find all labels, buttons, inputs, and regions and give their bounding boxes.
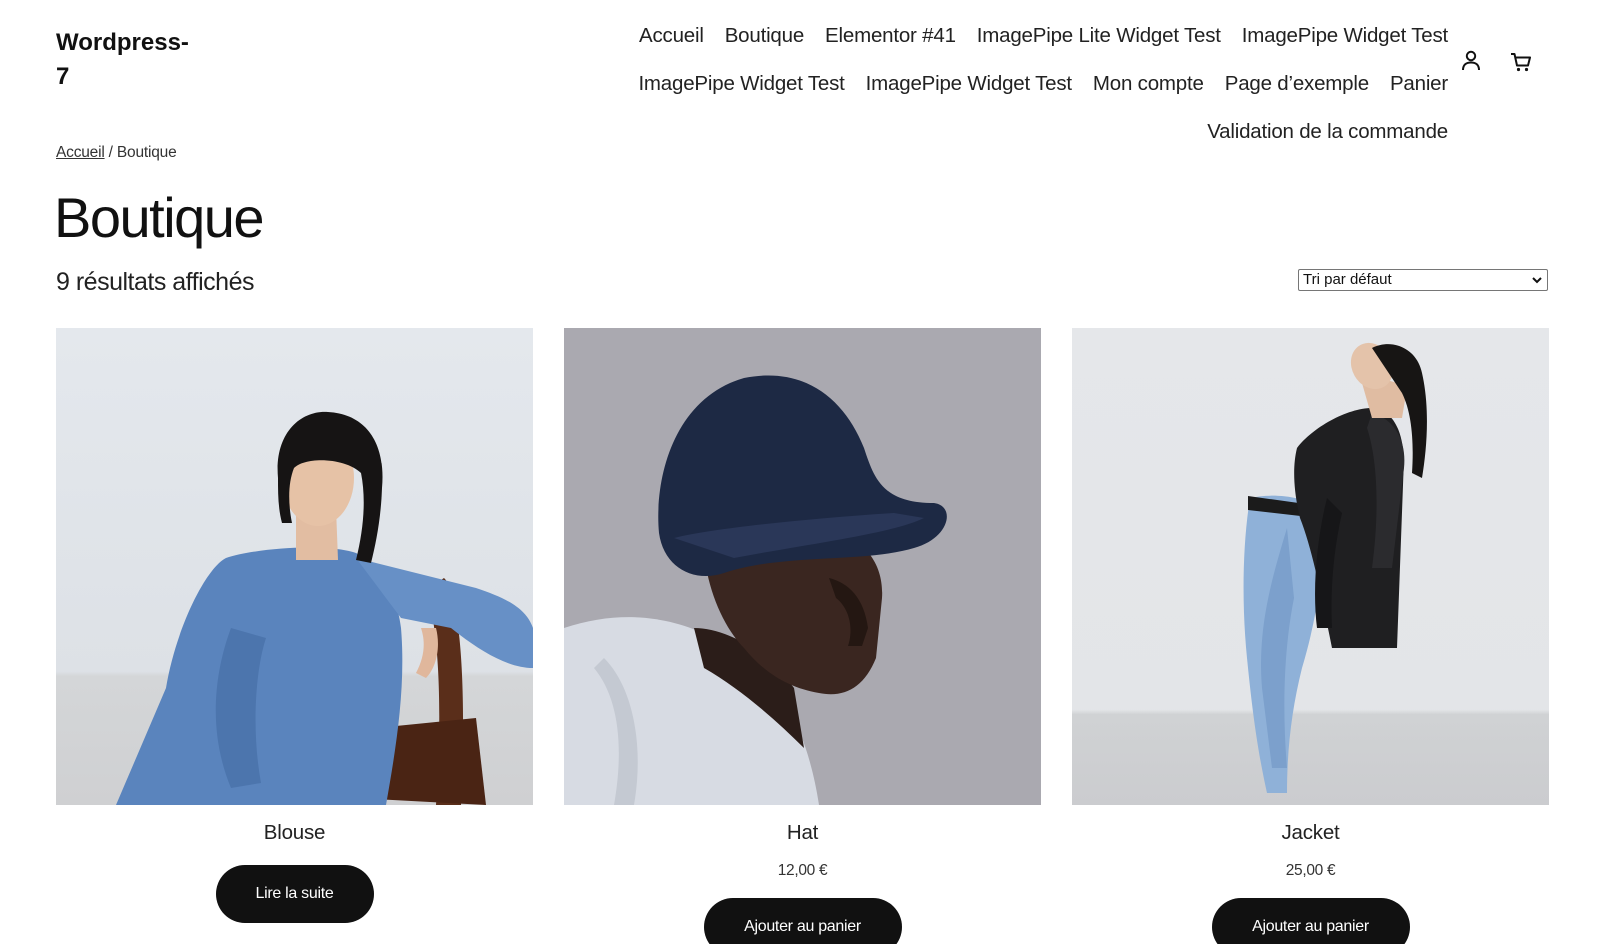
product-price-jacket: 25,00 € [1285, 862, 1336, 879]
nav-item-mon-compte[interactable]: Mon compte [1093, 66, 1204, 102]
product-image-hat[interactable] [564, 328, 1041, 805]
person-icon [1462, 50, 1480, 71]
breadcrumb-separator: / [104, 144, 117, 161]
product-card-blouse: Blouse Lire la suite [56, 328, 533, 923]
site-title[interactable]: Wordpress- 7 [56, 26, 206, 94]
nav-item-imagepipe-widget-test-2[interactable]: ImagePipe Widget Test [638, 66, 844, 102]
product-price-hat: 12,00 € [777, 862, 828, 879]
chevron-down-icon [1532, 277, 1542, 284]
breadcrumb-home-link[interactable]: Accueil [56, 144, 105, 161]
hat-photo [564, 328, 1041, 805]
nav-item-boutique[interactable]: Boutique [725, 18, 805, 54]
product-card-jacket: Jacket 25,00 € Ajouter au panier [1072, 328, 1549, 944]
nav-item-accueil[interactable]: Accueil [639, 18, 704, 54]
product-name-hat[interactable]: Hat [564, 821, 1041, 845]
product-name-jacket[interactable]: Jacket [1072, 821, 1549, 845]
nav-item-panier[interactable]: Panier [1390, 66, 1448, 102]
result-count: 9 résultats affichés [56, 268, 254, 296]
nav-item-imagepipe-widget-test[interactable]: ImagePipe Widget Test [1242, 18, 1448, 54]
breadcrumb: Accueil / Boutique [56, 144, 177, 162]
product-card-hat: Hat 12,00 € Ajouter au panier [564, 328, 1041, 944]
breadcrumb-current: Boutique [116, 144, 177, 161]
blouse-photo [56, 328, 533, 805]
product-image-jacket[interactable] [1072, 328, 1549, 805]
add-to-cart-button-hat[interactable]: Ajouter au panier [703, 898, 902, 944]
cart-icon [1511, 53, 1531, 72]
sort-select[interactable]: Tri par défaut [1298, 269, 1548, 291]
cart-button[interactable] [1506, 46, 1536, 76]
nav-item-imagepipe-lite-widget-test[interactable]: ImagePipe Lite Widget Test [977, 18, 1221, 54]
read-more-button-blouse[interactable]: Lire la suite [215, 865, 374, 923]
jacket-photo [1072, 328, 1549, 805]
nav-item-page-exemple[interactable]: Page d’exemple [1225, 66, 1369, 102]
account-button[interactable] [1456, 46, 1486, 76]
product-name-blouse[interactable]: Blouse [56, 821, 533, 845]
site-title-line-1: Wordpress- [56, 29, 189, 56]
main-navigation: Accueil Boutique Elementor #41 ImagePipe… [396, 18, 1448, 150]
product-image-blouse[interactable] [56, 328, 533, 805]
page-title: Boutique [54, 186, 265, 249]
sort-selected-value: Tri par défaut [1303, 271, 1392, 288]
nav-item-elementor-41[interactable]: Elementor #41 [825, 18, 956, 54]
nav-item-validation-commande[interactable]: Validation de la commande [1207, 114, 1448, 150]
nav-item-imagepipe-widget-test-3[interactable]: ImagePipe Widget Test [866, 66, 1072, 102]
site-title-line-2: 7 [56, 63, 70, 90]
add-to-cart-button-jacket[interactable]: Ajouter au panier [1211, 898, 1410, 944]
